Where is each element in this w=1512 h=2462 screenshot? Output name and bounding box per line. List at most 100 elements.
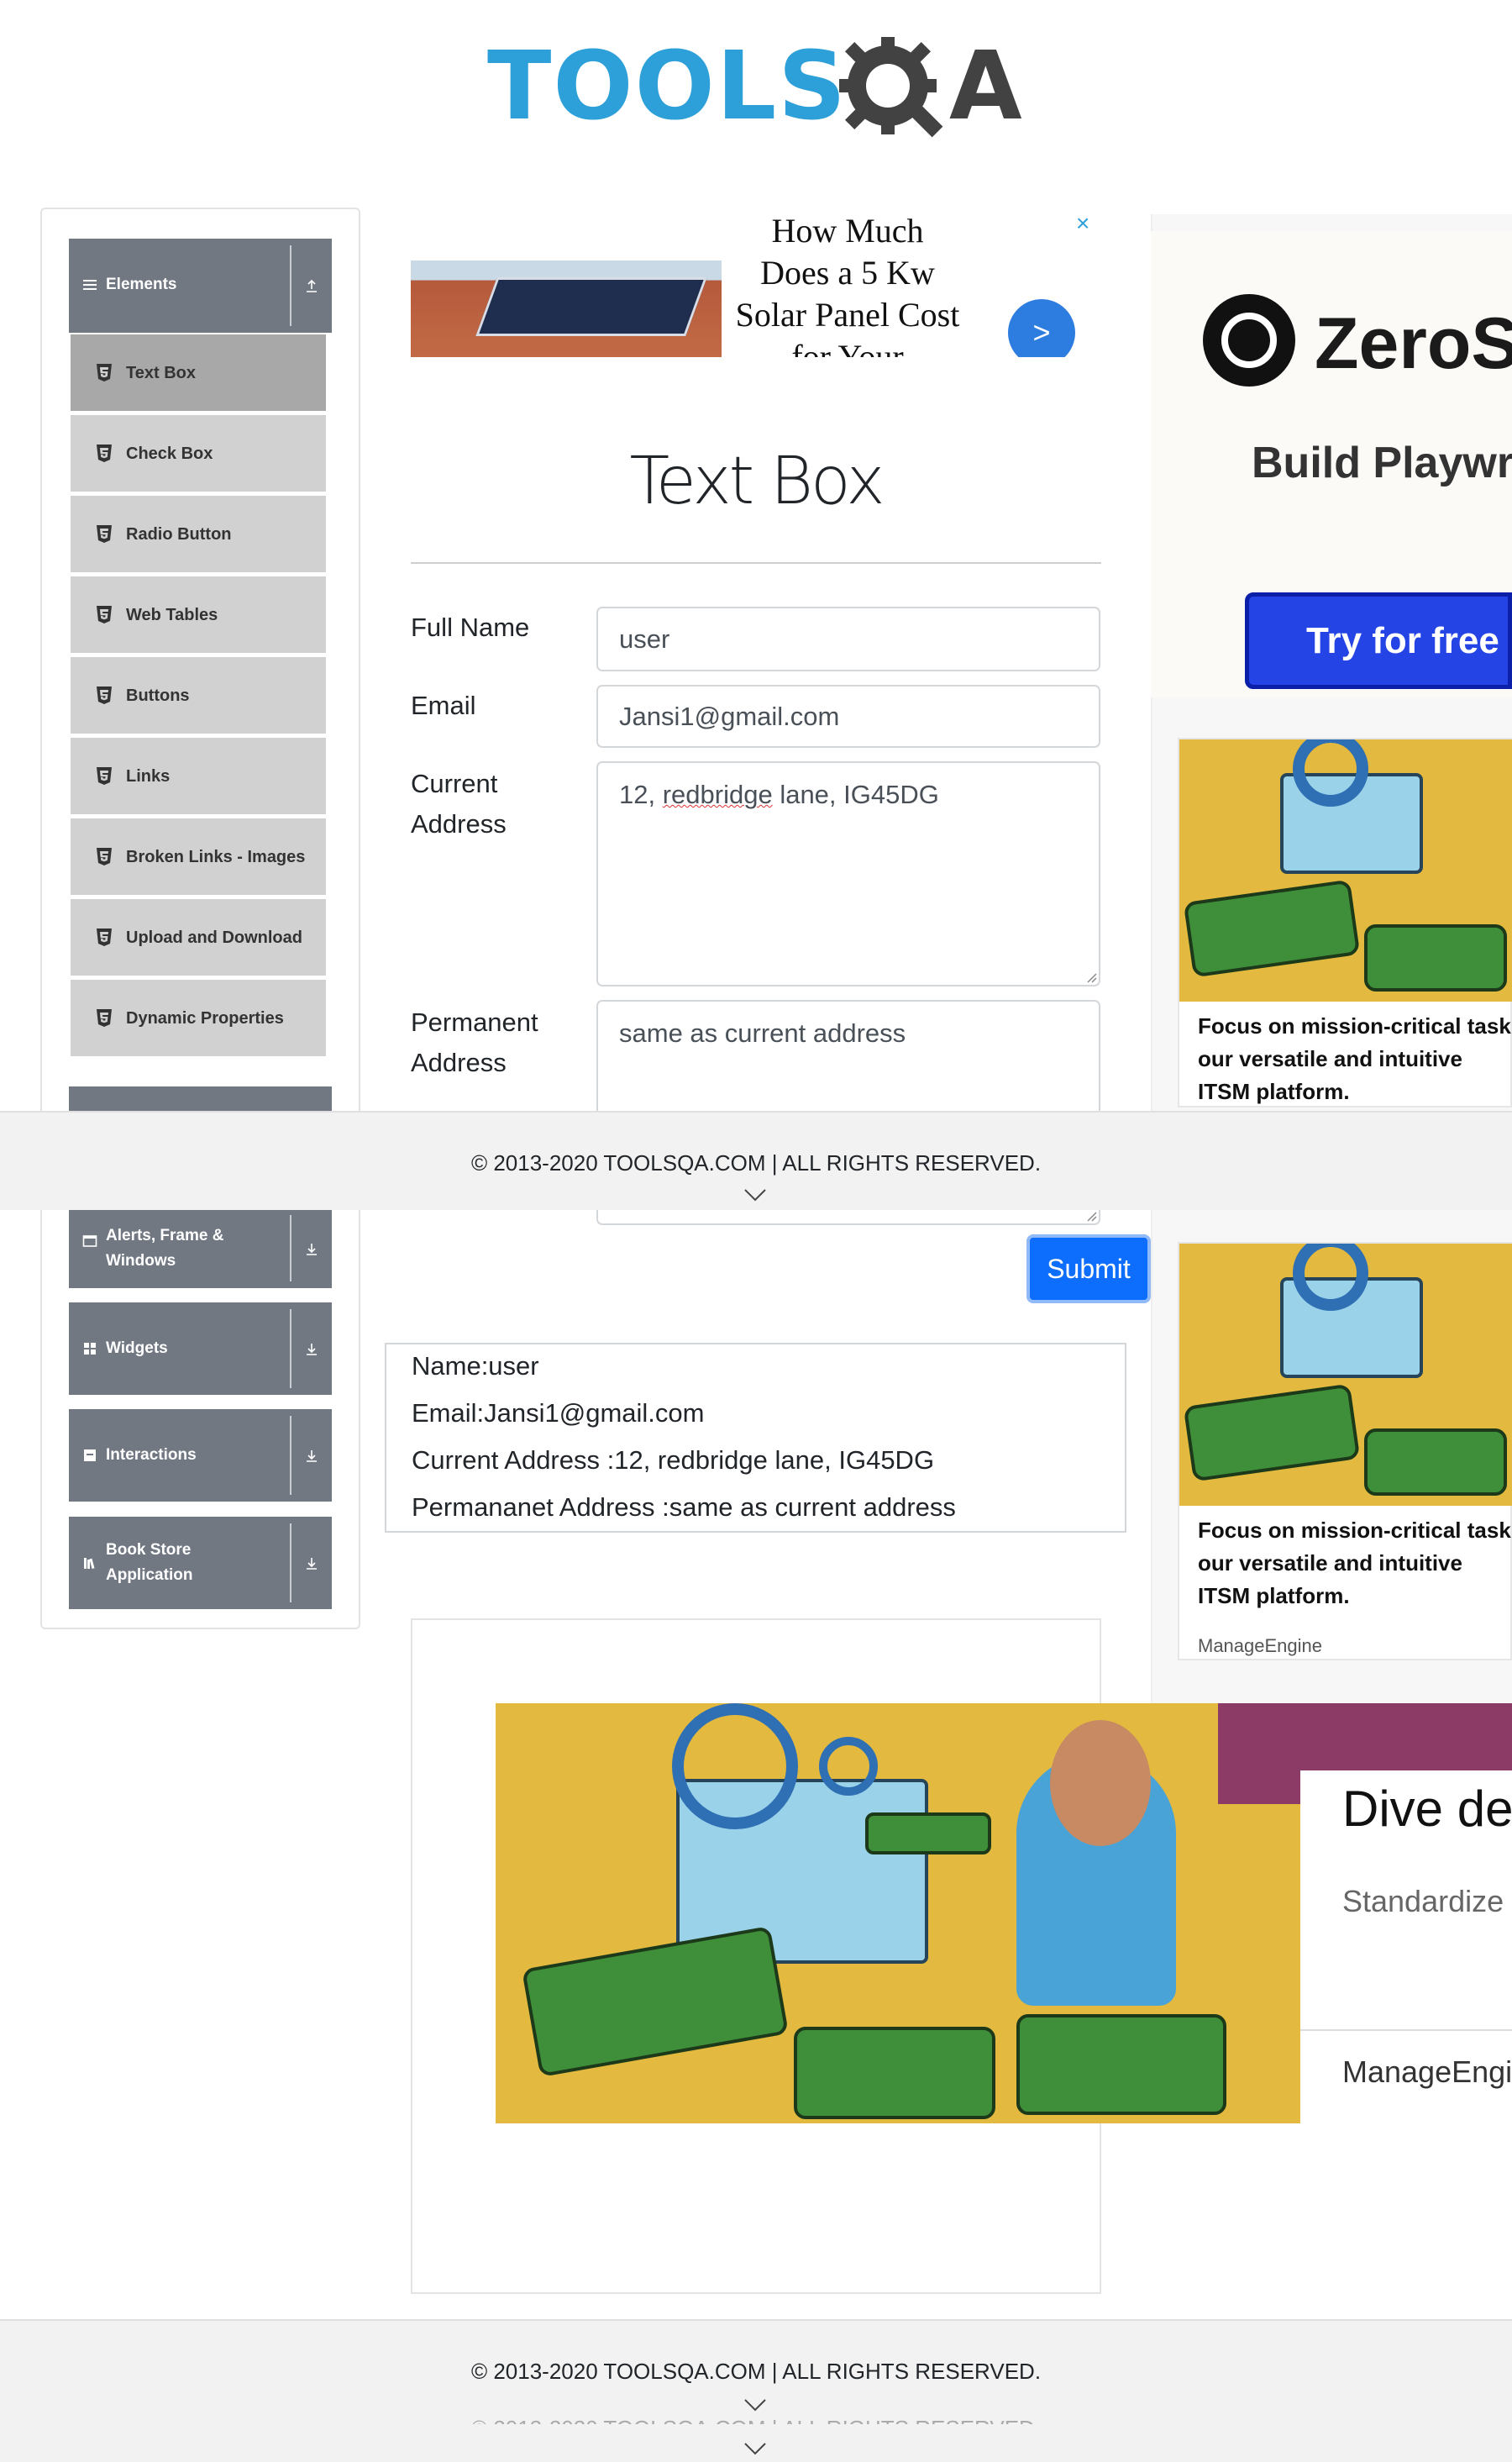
chevron-down-icon[interactable] bbox=[743, 1186, 768, 1203]
title-divider bbox=[411, 562, 1101, 564]
logo-suffix: A bbox=[949, 32, 1022, 141]
sidebar-item-dynamic-properties[interactable]: Dynamic Properties bbox=[71, 980, 326, 1056]
manageengine-ad-1[interactable]: Focus on mission-critical task our versa… bbox=[1178, 738, 1512, 1107]
sidebar-item-text-box[interactable]: Text Box bbox=[71, 334, 326, 411]
close-icon[interactable]: × bbox=[1076, 210, 1089, 237]
logo-wordmark: TOOLS bbox=[487, 32, 848, 141]
sidebar-item-label: Web Tables bbox=[126, 605, 218, 624]
promo-subtitle: Standardize with visual lif bbox=[1342, 1884, 1512, 1918]
promo-title: Dive de bbox=[1342, 1781, 1512, 1837]
upload-icon[interactable] bbox=[290, 245, 332, 326]
try-for-free-button[interactable]: Try for free bbox=[1245, 592, 1512, 689]
next-arrow-button[interactable]: > bbox=[1008, 299, 1075, 357]
sidebar-item-label: Buttons bbox=[126, 686, 190, 705]
square-icon bbox=[84, 1449, 96, 1461]
html5-icon bbox=[97, 364, 112, 381]
page-footer: © 2013-2020 TOOLSQA.COM | ALL RIGHTS RES… bbox=[0, 2319, 1512, 2462]
html5-icon bbox=[97, 767, 112, 785]
grid-icon bbox=[84, 1343, 96, 1355]
download-icon[interactable] bbox=[290, 1215, 332, 1281]
manageengine-ad-2[interactable]: Focus on mission-critical task our versa… bbox=[1178, 1242, 1512, 1660]
zerostep-headline: Build Playwr Tests using bbox=[1252, 439, 1512, 487]
sidebar-item-label: Dynamic Properties bbox=[126, 1008, 284, 1028]
submit-button[interactable]: Submit bbox=[1026, 1234, 1151, 1303]
sidebar-item-check-box[interactable]: Check Box bbox=[71, 415, 326, 492]
chevron-down-icon[interactable] bbox=[743, 2440, 768, 2457]
sidebar-item-upload-download[interactable]: Upload and Download bbox=[71, 899, 326, 976]
toolsqa-logo[interactable]: TOOLS A bbox=[487, 25, 1033, 160]
group-label: Alerts, Frame & Windows bbox=[106, 1227, 224, 1270]
sidebar-item-web-tables[interactable]: Web Tables bbox=[71, 576, 326, 653]
html5-icon bbox=[97, 929, 112, 946]
chevron-down-icon[interactable] bbox=[743, 2396, 768, 2413]
solar-roof-image bbox=[411, 260, 722, 357]
group-header-elements[interactable]: Elements bbox=[69, 239, 332, 333]
itsm-illustration bbox=[1179, 739, 1512, 1002]
resize-grip-icon[interactable] bbox=[1084, 1208, 1097, 1222]
top-ad-banner[interactable]: How Much Does a 5 Kw Solar Panel Cost fo… bbox=[411, 210, 1100, 357]
output-panel: Name:user Email:Jansi1@gmail.com Current… bbox=[385, 1343, 1126, 1533]
permanent-address-label: Permanent Address bbox=[411, 1007, 538, 1077]
promo-illustration[interactable] bbox=[496, 1703, 1300, 2123]
full-name-label: Full Name bbox=[411, 613, 530, 642]
footer-overflow-text: © 2013-2020 TOOLSQA.COM | ALL RIGHTS RES… bbox=[0, 2416, 1512, 2424]
full-name-input[interactable]: user bbox=[596, 607, 1100, 671]
download-icon[interactable] bbox=[290, 1309, 332, 1388]
email-value: Jansi1@gmail.com bbox=[619, 701, 840, 731]
ad-card-text: Focus on mission-critical task our versa… bbox=[1198, 1518, 1511, 1608]
sidebar-item-label: Upload and Download bbox=[126, 928, 302, 947]
group-label: Elements bbox=[106, 276, 177, 293]
html5-icon bbox=[97, 525, 112, 543]
ad-card-text: Focus on mission-critical task our versa… bbox=[1198, 1013, 1511, 1104]
output-permanent-address: Permananet Address :same as current addr… bbox=[412, 1492, 956, 1522]
download-icon[interactable] bbox=[290, 1416, 332, 1495]
zerostep-brand: ZeroS bbox=[1315, 303, 1512, 384]
output-current-address: Current Address :12, redbridge lane, IG4… bbox=[412, 1445, 935, 1475]
html5-icon bbox=[97, 687, 112, 704]
output-email: Email:Jansi1@gmail.com bbox=[412, 1398, 705, 1428]
email-input[interactable]: Jansi1@gmail.com bbox=[596, 685, 1100, 748]
full-name-value: user bbox=[619, 623, 670, 654]
gear-magnifier-icon bbox=[839, 37, 943, 138]
sidebar-item-label: Text Box bbox=[126, 363, 196, 382]
email-label: Email bbox=[411, 691, 476, 720]
resize-grip-icon[interactable] bbox=[1084, 970, 1097, 983]
download-icon[interactable] bbox=[290, 1523, 332, 1602]
sidebar-item-buttons[interactable]: Buttons bbox=[71, 657, 326, 734]
group-label: Interactions bbox=[106, 1446, 197, 1464]
group-header-forms[interactable] bbox=[69, 1086, 332, 1112]
zerostep-logo-icon bbox=[1203, 294, 1295, 387]
group-header-book-store[interactable]: Book Store Application bbox=[69, 1517, 332, 1609]
current-address-label: Current Address bbox=[411, 769, 507, 839]
footer-copyright: © 2013-2020 TOOLSQA.COM | ALL RIGHTS RES… bbox=[470, 2359, 1042, 2384]
sidebar-item-links[interactable]: Links bbox=[71, 738, 326, 814]
book-icon bbox=[84, 1558, 95, 1570]
sticky-footer: © 2013-2020 TOOLSQA.COM | ALL RIGHTS RES… bbox=[0, 1111, 1512, 1210]
html5-icon bbox=[97, 606, 112, 623]
list-icon bbox=[83, 280, 97, 290]
promo-side-accent bbox=[1300, 1703, 1512, 1770]
solar-panel-shape bbox=[475, 277, 707, 336]
sidebar-item-label: Check Box bbox=[126, 444, 213, 463]
sidebar-item-radio-button[interactable]: Radio Button bbox=[71, 496, 326, 572]
group-header-interactions[interactable]: Interactions bbox=[69, 1409, 332, 1502]
group-label: Book Store Application bbox=[106, 1541, 193, 1584]
html5-icon bbox=[97, 1009, 112, 1027]
sidebar-item-label: Radio Button bbox=[126, 524, 232, 544]
sidebar-item-label: Broken Links - Images bbox=[126, 847, 306, 866]
current-address-textarea[interactable]: 12, redbridge lane, IG45DG bbox=[596, 761, 1100, 986]
itsm-illustration bbox=[1179, 1244, 1512, 1506]
page-title: Text Box bbox=[629, 444, 885, 519]
sidebar-item-broken-links[interactable]: Broken Links - Images bbox=[71, 818, 326, 895]
current-address-text: 12, bbox=[619, 780, 663, 809]
group-header-alerts[interactable]: Alerts, Frame & Windows bbox=[69, 1208, 332, 1288]
group-label: Widgets bbox=[106, 1339, 168, 1357]
group-header-widgets[interactable]: Widgets bbox=[69, 1302, 332, 1395]
current-address-misspelled: redbridge bbox=[662, 780, 773, 809]
window-icon bbox=[82, 1235, 97, 1247]
output-name: Name:user bbox=[412, 1351, 539, 1381]
promo-brand: ManageEngi bbox=[1342, 2054, 1512, 2089]
sidebar-item-label: Links bbox=[126, 766, 171, 786]
footer-copyright: © 2013-2020 TOOLSQA.COM | ALL RIGHTS RES… bbox=[470, 1150, 1042, 1176]
current-address-text: lane, IG45DG bbox=[772, 780, 939, 809]
